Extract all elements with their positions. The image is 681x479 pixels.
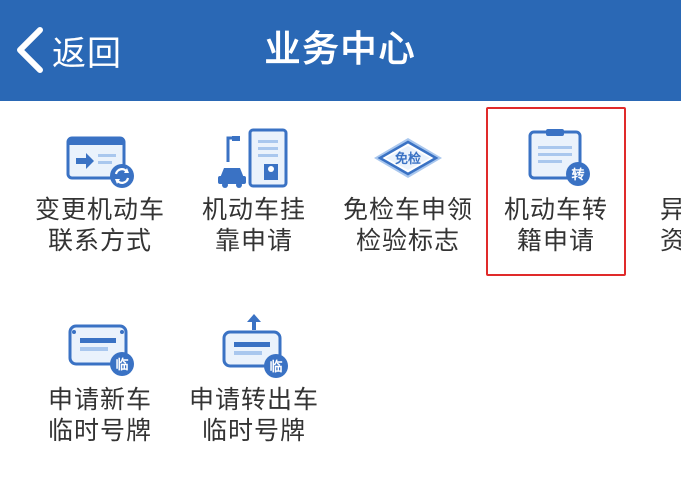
tile-label-line1: 申请转出车: [188, 385, 319, 414]
tile-partial[interactable]: 异 资: [650, 128, 681, 256]
page-title: 业务中心: [264, 29, 417, 70]
vehicle-contact-card-icon: [66, 136, 134, 188]
tile-label-line1: 异: [660, 195, 681, 224]
tile-label-line2: 检验标志: [355, 226, 460, 255]
new-vehicle-temp-plate-icon: 临: [68, 324, 134, 376]
outbound-temp-plate-icon: 临: [222, 314, 288, 378]
tile-label-line2: 靠申请: [214, 226, 293, 255]
inspection-exempt-badge-icon: 免检: [374, 138, 442, 178]
vehicle-affiliation-doc-icon: [218, 128, 288, 188]
tile-label-line2: 临时号牌: [201, 416, 306, 445]
tile-label-line2: 联系方式: [47, 226, 152, 255]
top-nav-bar: 返回 业务中心: [0, 0, 681, 101]
tile-label-line1: 免检车申领: [342, 195, 473, 224]
tile-label-line2: 临时号牌: [47, 416, 152, 445]
tile-label-line1: 申请新车: [47, 385, 152, 414]
tile-label-line2: 资: [660, 226, 681, 255]
badge-text: 临: [115, 357, 128, 373]
badge-text: 临: [269, 359, 282, 375]
tile-outbound-vehicle-temp-plate[interactable]: 临 申请转出车 临时号牌: [179, 312, 329, 446]
tile-inspection-exempt-sticker[interactable]: 免检 免检车申领 检验标志: [333, 128, 483, 256]
tile-label-line1: 变更机动车: [34, 195, 165, 224]
selection-highlight: [486, 107, 626, 276]
tile-vehicle-affiliation[interactable]: 机动车挂 靠申请: [179, 128, 329, 256]
badge-text: 免检: [395, 151, 421, 167]
tile-label-line1: 机动车挂: [201, 195, 306, 224]
tile-change-vehicle-contact[interactable]: 变更机动车 联系方式: [25, 128, 175, 256]
tile-new-vehicle-temp-plate[interactable]: 临 申请新车 临时号牌: [25, 318, 175, 446]
